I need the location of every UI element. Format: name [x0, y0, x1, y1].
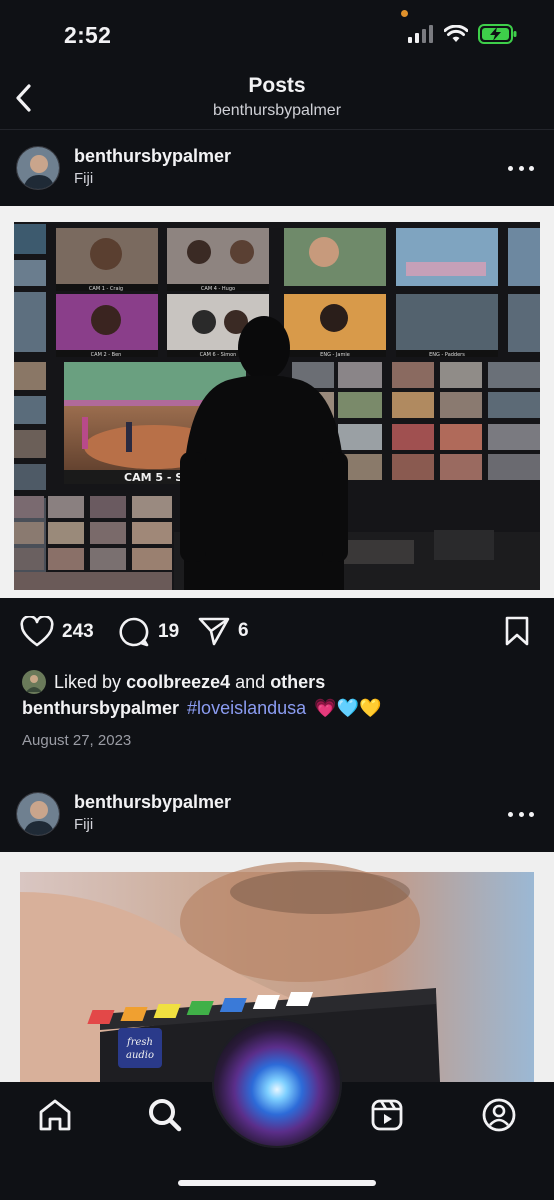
home-icon — [39, 1099, 71, 1131]
avatar-image — [17, 147, 59, 189]
liked-by-user[interactable]: coolbreeze4 — [126, 672, 230, 692]
heart-icon — [20, 616, 54, 647]
post-header: benthursbypalmer Fiji — [0, 130, 554, 206]
liked-by-prefix: Liked by — [54, 671, 122, 692]
share-button[interactable]: 6 — [198, 616, 249, 646]
wifi-icon — [444, 25, 468, 42]
siri-orb-icon[interactable] — [212, 1018, 342, 1148]
comment-button[interactable]: 19 — [118, 616, 179, 648]
like-button[interactable]: 243 — [20, 616, 94, 648]
status-bar: 2:52 — [0, 0, 554, 66]
page-title: Posts — [248, 74, 306, 97]
brand-logo-text: fresh — [126, 1037, 153, 1048]
cam4-label: CAM 4 - Hugo — [201, 286, 235, 292]
more-options-button[interactable] — [508, 804, 534, 824]
reels-icon — [371, 1099, 403, 1131]
post-photo[interactable]: CAM 1 - Craig CAM 4 - Hugo CAM 2 - Ben C… — [0, 206, 554, 598]
eng-label: ENG - Jamie — [320, 352, 350, 358]
cam2-label: CAM 2 - Ben — [91, 352, 122, 358]
page-subtitle: benthursbypalmer — [212, 102, 342, 119]
post-location[interactable]: Fiji — [74, 170, 93, 187]
post-username[interactable]: benthursbypalmer — [74, 792, 231, 813]
liked-by-others[interactable]: others — [270, 672, 325, 692]
paddock-label: ENG - Padders — [429, 352, 465, 358]
avatar[interactable] — [16, 792, 60, 836]
cellular-signal-icon — [408, 25, 433, 43]
control-room-image: CAM 1 - Craig CAM 4 - Hugo CAM 2 - Ben C… — [14, 222, 540, 590]
search-icon — [149, 1099, 182, 1132]
post-header: benthursbypalmer Fiji — [0, 776, 554, 852]
avatar-image — [17, 793, 59, 835]
likes-count: 243 — [62, 621, 94, 642]
cam6-label: CAM 6 - Simon — [200, 352, 237, 358]
post-actions: 243 19 6 — [0, 612, 554, 656]
tab-profile[interactable] — [474, 1090, 524, 1140]
post-date: August 27, 2023 — [22, 732, 132, 749]
privacy-indicator-dot — [401, 10, 408, 17]
send-icon — [198, 617, 230, 646]
post-caption: benthursbypalmer #loveislandusa 💗🩵💛 — [22, 698, 381, 719]
caption-username[interactable]: benthursbypalmer — [22, 698, 179, 719]
home-indicator[interactable] — [178, 1180, 376, 1186]
svg-text:audio: audio — [126, 1050, 154, 1061]
post-username[interactable]: benthursbypalmer — [74, 146, 231, 167]
caption-emojis: 💗🩵💛 — [314, 698, 382, 718]
more-options-button[interactable] — [508, 158, 534, 178]
tab-home[interactable] — [30, 1090, 80, 1140]
liked-by-row[interactable]: Liked by coolbreeze4 and others — [22, 670, 325, 694]
post-location[interactable]: Fiji — [74, 816, 93, 833]
cam1-label: CAM 1 - Craig — [89, 286, 123, 292]
bookmark-icon — [505, 616, 529, 646]
profile-icon — [482, 1098, 516, 1132]
tab-search[interactable] — [140, 1090, 190, 1140]
liker-avatar — [22, 670, 46, 694]
save-button[interactable] — [504, 616, 530, 646]
comments-count: 19 — [158, 621, 180, 642]
comment-bubble-icon — [119, 617, 149, 647]
caption-hashtag[interactable]: #loveislandusa — [187, 698, 306, 719]
navigation-bar: Posts benthursbypalmer — [0, 66, 554, 130]
shares-count: 6 — [238, 620, 249, 641]
liked-by-and: and — [235, 671, 266, 692]
tab-reels[interactable] — [362, 1090, 412, 1140]
status-icons — [408, 24, 518, 44]
avatar[interactable] — [16, 146, 60, 190]
battery-charging-icon — [478, 24, 517, 44]
status-time: 2:52 — [64, 22, 112, 48]
control-room-illustration: CAM 1 - Craig CAM 4 - Hugo CAM 2 - Ben C… — [14, 222, 540, 590]
